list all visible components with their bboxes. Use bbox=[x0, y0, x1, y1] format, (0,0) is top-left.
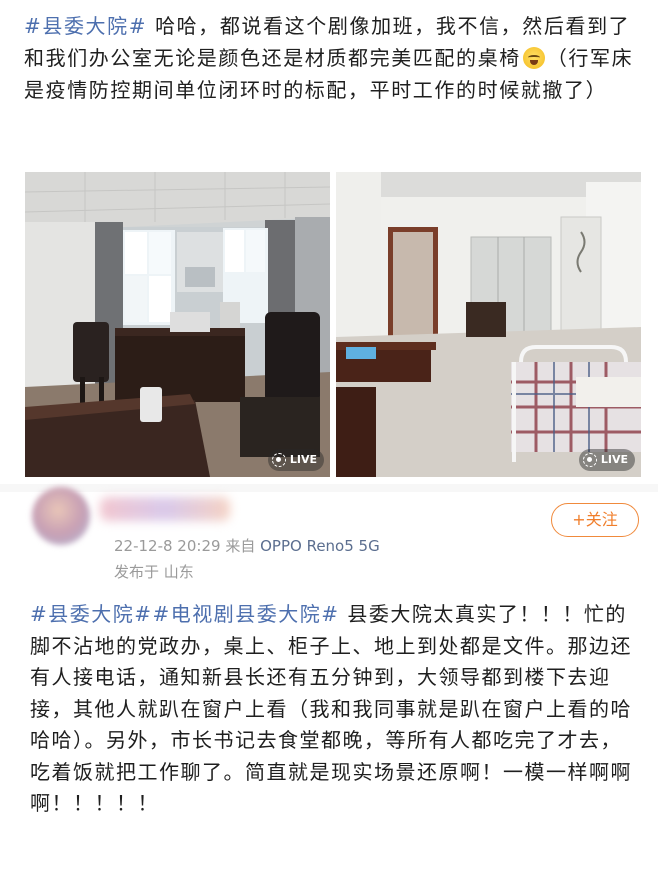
post-timestamp: 22-12-8 20:29 bbox=[114, 537, 221, 555]
bed-room-image bbox=[336, 172, 641, 477]
follow-button[interactable]: +关注 bbox=[551, 503, 639, 537]
post-text-2: #县委大院##电视剧县委大院# 县委大院太真实了！！！忙的脚不沾地的党政办，桌上… bbox=[30, 599, 634, 820]
avatar[interactable] bbox=[32, 487, 90, 545]
live-icon bbox=[582, 453, 597, 467]
live-photo-badge: LIVE bbox=[267, 449, 324, 471]
office-photo-right[interactable]: LIVE bbox=[336, 172, 641, 477]
hashtag-link[interactable]: #电视剧县委大院# bbox=[153, 602, 340, 626]
hashtag-link[interactable]: #县委大院# bbox=[30, 602, 153, 626]
hashtag-link[interactable]: #县委大院# bbox=[24, 14, 147, 38]
source-prefix: 来自 bbox=[220, 537, 261, 555]
live-label: LIVE bbox=[289, 453, 317, 466]
laughing-crying-emoji-icon bbox=[522, 47, 545, 69]
live-icon bbox=[271, 453, 286, 467]
office-photo-left[interactable]: LIVE bbox=[25, 172, 330, 477]
post-meta: 22-12-8 20:29 来自 OPPO Reno5 5G bbox=[114, 535, 380, 556]
live-photo-badge: LIVE bbox=[578, 449, 635, 471]
post-text-1: #县委大院# 哈哈，都说看这个剧像加班，我不信，然后看到了和我们办公室无论是颜色… bbox=[24, 10, 640, 106]
section-divider bbox=[0, 484, 658, 492]
live-label: LIVE bbox=[600, 453, 628, 466]
device-source-link[interactable]: OPPO Reno5 5G bbox=[260, 537, 380, 555]
blurred-username[interactable] bbox=[100, 497, 230, 521]
post-text-body: 县委大院太真实了！！！忙的脚不沾地的党政办，桌上、柜子上、地上到处都是文件。那边… bbox=[30, 602, 632, 815]
post-location: 发布于 山东 bbox=[114, 563, 194, 581]
office-scene-image bbox=[25, 172, 330, 477]
